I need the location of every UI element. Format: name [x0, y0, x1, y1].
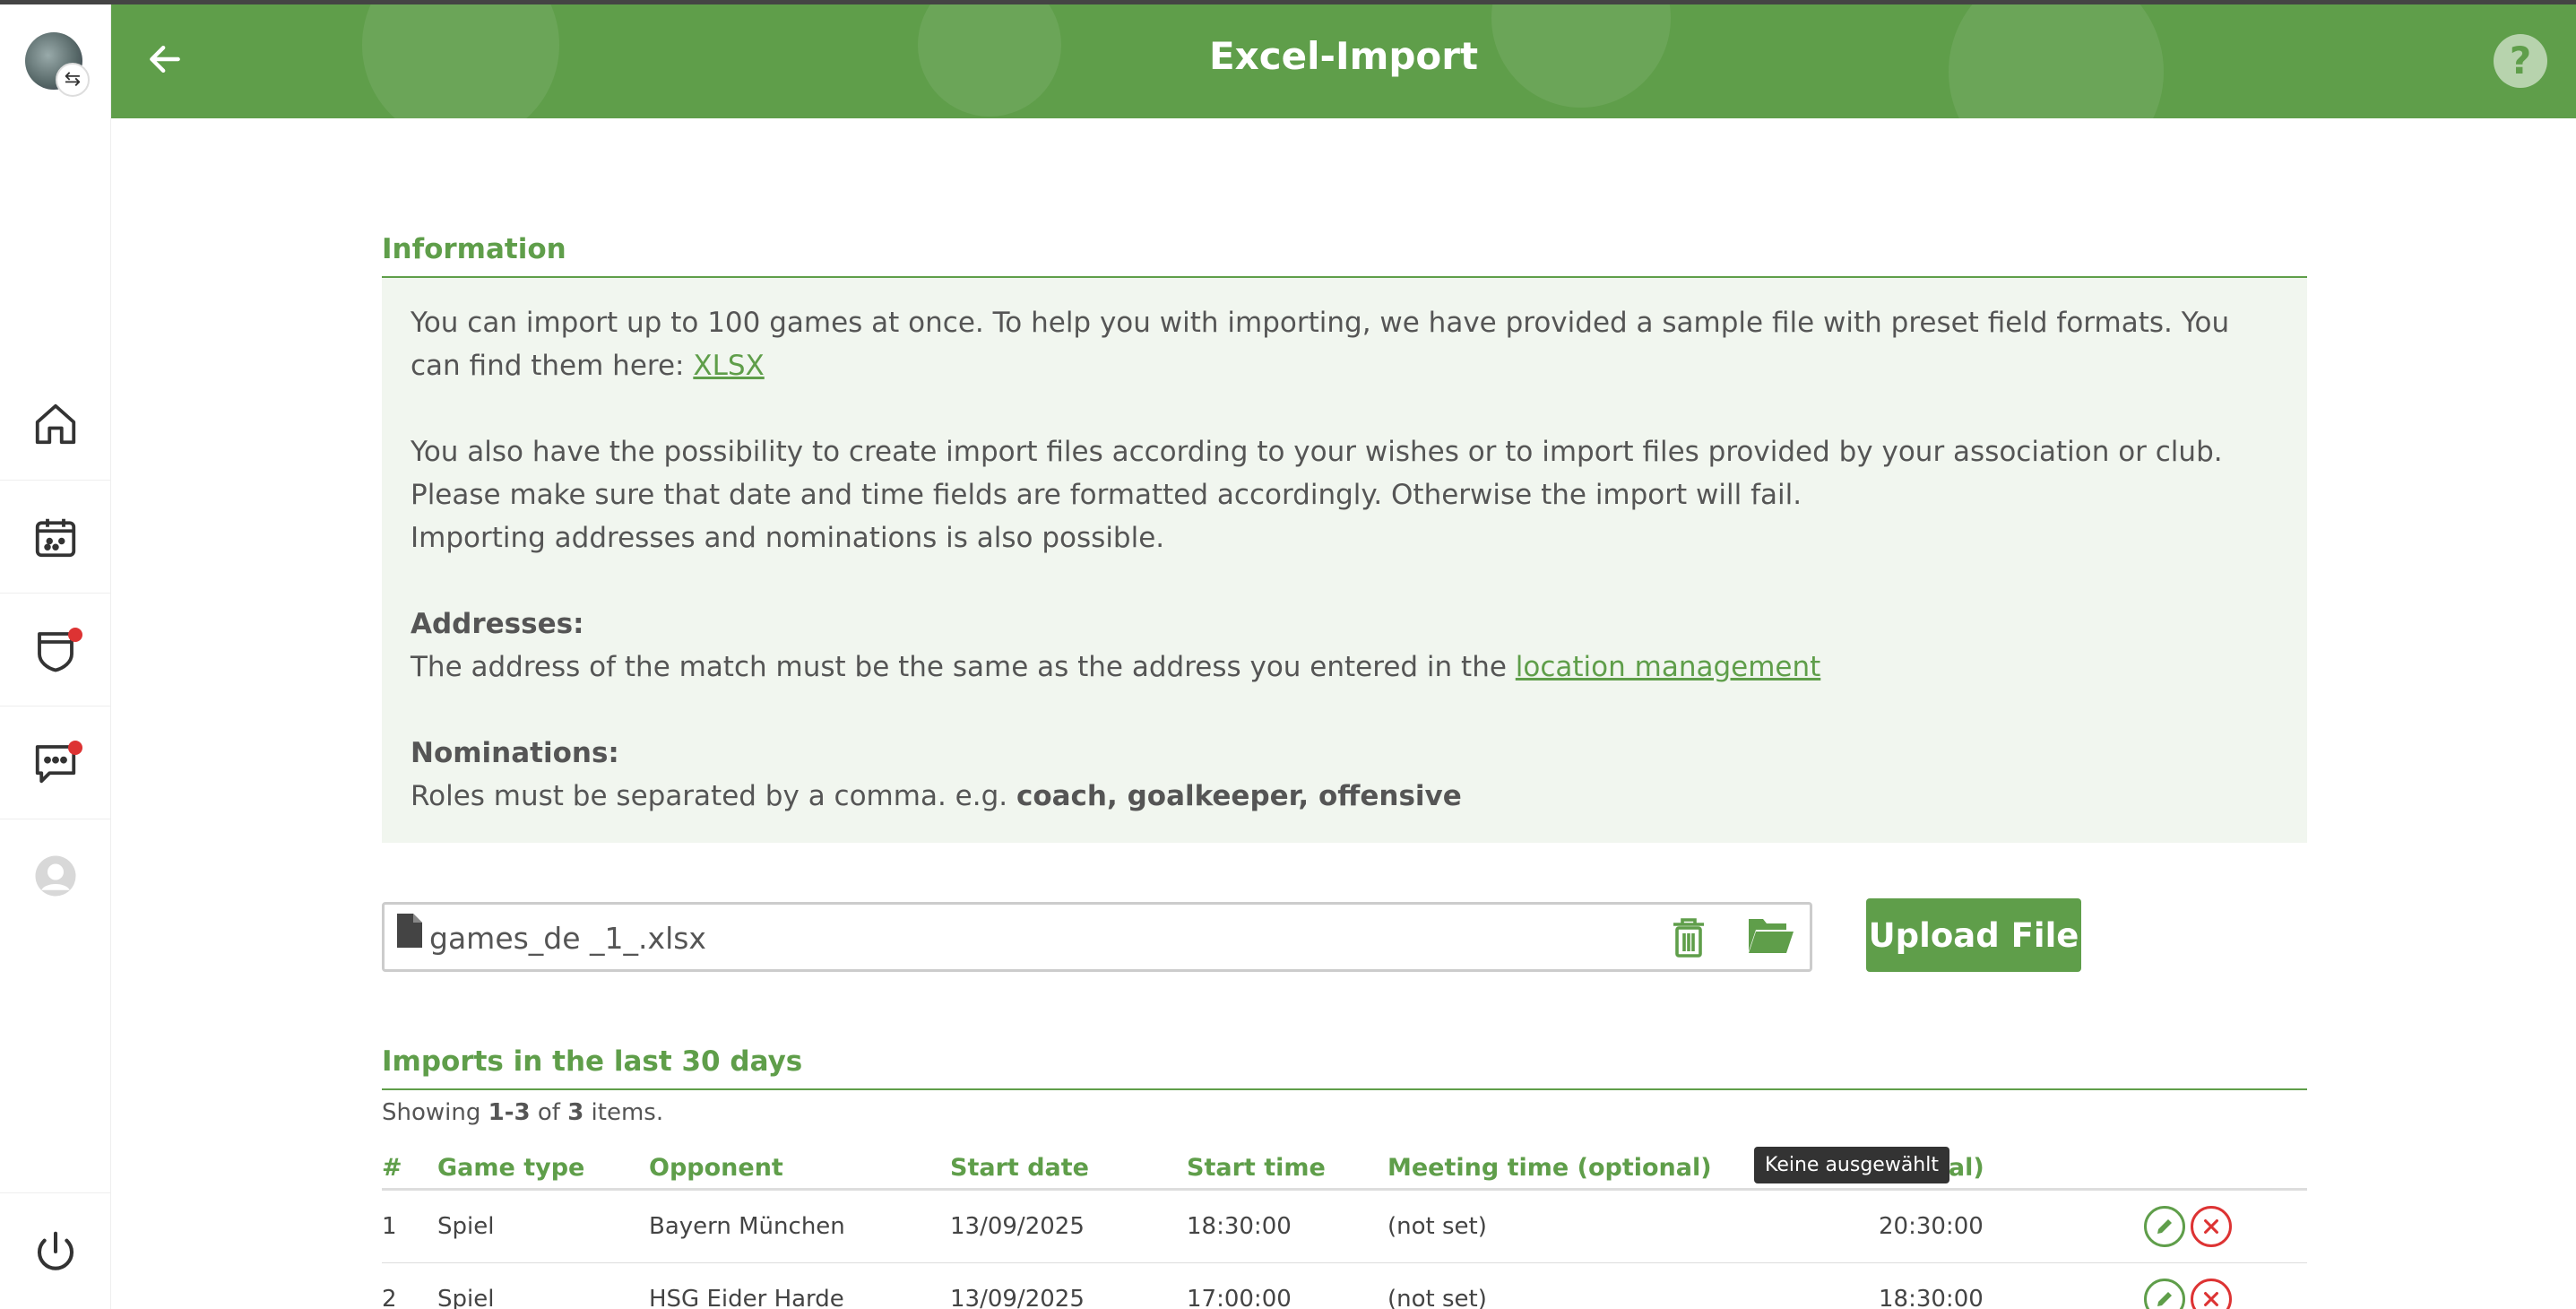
addresses-label: Addresses: [411, 608, 584, 640]
main-content: Information You can import up to 100 gam… [382, 118, 2307, 1309]
row-start-date: 13/09/2025 [950, 1189, 1187, 1263]
notification-dot [68, 741, 82, 755]
row-start-date: 13/09/2025 [950, 1262, 1187, 1309]
page-header: Excel-Import ? [111, 0, 2576, 118]
row-end-time: 20:30:00 [1802, 1189, 2144, 1263]
upload-file-button[interactable]: Upload File [1866, 898, 2081, 972]
sidebar-item-chat[interactable] [0, 707, 111, 819]
close-icon [2204, 1292, 2218, 1306]
row-meeting-time: (not set) [1387, 1189, 1802, 1263]
sidebar-item-logout[interactable] [0, 1192, 111, 1309]
nominations-example: coach, goalkeeper, offensive [1016, 780, 1462, 812]
row-meeting-time: (not set) [1387, 1262, 1802, 1309]
column-header-start-time[interactable]: Start time [1187, 1148, 1387, 1191]
table-row: 2 Spiel HSG Eider Harde 13/09/2025 17:00… [382, 1262, 2307, 1309]
delete-button[interactable] [2191, 1279, 2232, 1309]
team-avatar[interactable]: ⇆ [25, 32, 90, 97]
location-management-link[interactable]: location management [1516, 651, 1821, 683]
help-button[interactable]: ? [2494, 34, 2547, 88]
information-heading: Information [382, 233, 2307, 278]
folder-open-icon[interactable] [1747, 915, 1795, 955]
row-start-time: 18:30:00 [1187, 1189, 1387, 1263]
information-box: You can import up to 100 games at once. … [382, 278, 2307, 843]
selected-file-name: games_de _1_.xlsx [429, 921, 706, 956]
pencil-icon [2157, 1292, 2172, 1306]
nominations-text: Roles must be separated by a comma. e.g.… [411, 780, 1462, 812]
column-header-opponent[interactable]: Opponent [649, 1148, 950, 1191]
power-icon [37, 1231, 74, 1270]
sidebar-item-calendar[interactable] [0, 481, 111, 594]
page-title: Excel-Import [1208, 34, 1479, 78]
column-header-number[interactable]: # [382, 1148, 437, 1191]
close-icon [2204, 1218, 2218, 1234]
row-start-time: 17:00:00 [1187, 1262, 1387, 1309]
row-actions [2144, 1189, 2307, 1263]
row-number: 2 [382, 1262, 437, 1309]
upload-row: games_de _1_.xlsx Upload File [382, 898, 2307, 975]
row-opponent: HSG Eider Harde [649, 1262, 950, 1309]
home-icon [35, 403, 76, 444]
calendar-icon [35, 518, 76, 557]
row-actions [2144, 1262, 2307, 1309]
info-paragraph-1: You can import up to 100 games at once. … [411, 307, 2230, 382]
user-icon [35, 855, 76, 897]
trash-icon[interactable] [1672, 917, 1706, 958]
row-opponent: Bayern München [649, 1189, 950, 1263]
row-end-time: 18:30:00 [1802, 1262, 2144, 1309]
row-game-type: Spiel [437, 1189, 649, 1263]
sidebar-item-home[interactable] [0, 368, 111, 481]
table-header-row: # Game type Opponent Start date Start ti… [382, 1148, 2307, 1191]
file-icon [397, 914, 422, 948]
imports-table: # Game type Opponent Start date Start ti… [382, 1148, 2307, 1309]
sidebar: ⇆ [0, 0, 111, 1309]
showing-summary: Showing 1-3 of 3 items. [382, 1099, 664, 1126]
sidebar-item-games[interactable] [0, 594, 111, 707]
column-header-start-date[interactable]: Start date [950, 1148, 1187, 1191]
window-top-border [0, 0, 2576, 4]
nominations-label: Nominations: [411, 737, 619, 769]
pencil-icon [2157, 1218, 2172, 1234]
addresses-text: The address of the match must be the sam… [411, 651, 1821, 683]
imports-heading: Imports in the last 30 days [382, 1045, 2307, 1090]
row-game-type: Spiel [437, 1262, 649, 1309]
table-row: 1 Spiel Bayern München 13/09/2025 18:30:… [382, 1189, 2307, 1263]
edit-button[interactable] [2144, 1205, 2185, 1247]
file-input[interactable]: games_de _1_.xlsx [382, 902, 1812, 972]
notification-dot [68, 628, 82, 642]
info-paragraph-3: Importing addresses and nominations is a… [411, 522, 1165, 554]
swap-team-icon[interactable]: ⇆ [56, 63, 90, 97]
column-header-meeting-time[interactable]: Meeting time (optional) [1387, 1148, 1802, 1191]
edit-button[interactable] [2144, 1279, 2185, 1309]
column-header-actions [2144, 1148, 2307, 1191]
column-header-game-type[interactable]: Game type [437, 1148, 649, 1191]
sidebar-item-profile[interactable] [0, 819, 111, 932]
delete-button[interactable] [2191, 1205, 2232, 1247]
sample-xlsx-link[interactable]: XLSX [693, 350, 764, 382]
info-paragraph-2: You also have the possibility to create … [411, 436, 2223, 511]
tooltip: Keine ausgewählt [1754, 1147, 1949, 1183]
row-number: 1 [382, 1189, 437, 1263]
